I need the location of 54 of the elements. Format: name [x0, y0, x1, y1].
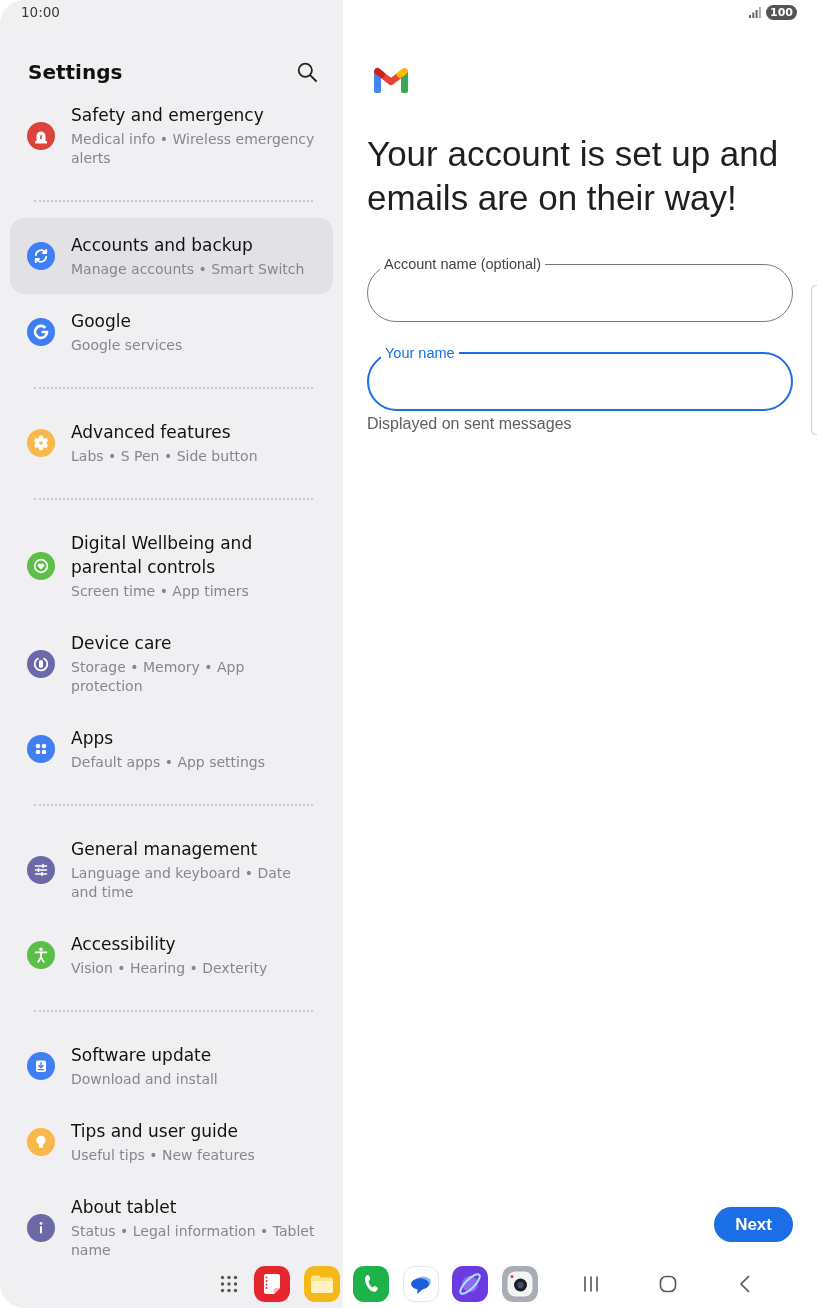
app-grid-icon[interactable]: [220, 1275, 238, 1293]
item-subtitle: Google services: [71, 336, 184, 355]
settings-title: Settings: [28, 59, 123, 86]
item-title: Accessibility: [71, 933, 177, 956]
item-title: Google: [71, 310, 132, 333]
item-subtitle: Useful tips • New features: [71, 1146, 256, 1165]
item-subtitle: Medical info • Wireless emergency alerts: [71, 130, 316, 168]
search-icon[interactable]: [297, 62, 317, 82]
item-title: Safety and emergency: [71, 104, 265, 127]
camera-icon[interactable]: [501, 1266, 538, 1302]
settings-item[interactable]: Digital Wellbeing and parental controls Screen time • App timers: [10, 516, 333, 616]
edge-panel-handle[interactable]: [811, 285, 817, 435]
settings-item[interactable]: Device care Storage • Memory • App protection: [10, 616, 333, 711]
chat-bubble-icon[interactable]: [402, 1266, 439, 1302]
item-title: General management: [71, 838, 259, 861]
item-title: Apps: [71, 727, 115, 750]
item-title: About tablet: [71, 1196, 178, 1219]
settings-item[interactable]: Accessibility Vision • Hearing • Dexterity: [10, 917, 333, 993]
settings-item[interactable]: Accounts and backup Manage accounts • Smart Switch: [10, 218, 333, 294]
settings-item[interactable]: Tips and user guide Useful tips • New features: [10, 1104, 333, 1180]
battery-level: 100: [766, 4, 797, 20]
item-subtitle: Language and keyboard • Date and time: [71, 864, 292, 902]
item-subtitle: Manage accounts • Smart Switch: [71, 260, 306, 279]
field-label: Your name: [384, 344, 456, 362]
item-title: Advanced features: [71, 421, 232, 444]
settings-item[interactable]: Apps Default apps • App settings: [10, 711, 333, 787]
setup-heading: Your account is set up and emails are on their way!: [367, 133, 780, 219]
status-time: 10:00: [21, 3, 60, 21]
phone-icon[interactable]: [353, 1266, 389, 1302]
helper-text: Displayed on sent messages: [367, 414, 573, 434]
item-title: Tips and user guide: [71, 1120, 240, 1143]
item-subtitle: Vision • Hearing • Dexterity: [71, 959, 269, 978]
item-subtitle: Screen time • App timers: [71, 582, 250, 601]
next-button[interactable]: Next: [714, 1207, 793, 1242]
item-subtitle: Status • Legal information • Tablet name: [71, 1222, 316, 1260]
settings-item[interactable]: Advanced features Labs • S Pen • Side button: [10, 405, 333, 481]
settings-item[interactable]: Google Google services: [10, 294, 333, 370]
item-subtitle: Default apps • App settings: [71, 753, 267, 772]
item-subtitle: Download and install: [71, 1070, 219, 1089]
item-title: Accounts and backup: [71, 234, 254, 257]
settings-item[interactable]: General management Language and keyboard • Date and time: [10, 822, 333, 917]
item-title: Digital Wellbeing and parental controls: [71, 532, 254, 579]
item-subtitle: Storage • Memory • App protection: [71, 658, 246, 696]
item-title: Device care: [71, 632, 173, 655]
planet-icon[interactable]: [452, 1266, 488, 1302]
settings-item[interactable]: About tablet Status • Legal information • Tablet name: [10, 1180, 333, 1275]
mail-logo: [374, 67, 408, 93]
item-title: Software update: [71, 1044, 213, 1067]
item-subtitle: Labs • S Pen • Side button: [71, 447, 259, 466]
field-label: Account name (optional): [383, 255, 543, 273]
settings-item[interactable]: Safety and emergency Medical info • Wireless emergency alerts: [10, 88, 333, 183]
settings-item[interactable]: Software update Download and install: [10, 1028, 333, 1104]
signal-icon: [749, 6, 762, 18]
notepad-icon[interactable]: [254, 1266, 290, 1302]
